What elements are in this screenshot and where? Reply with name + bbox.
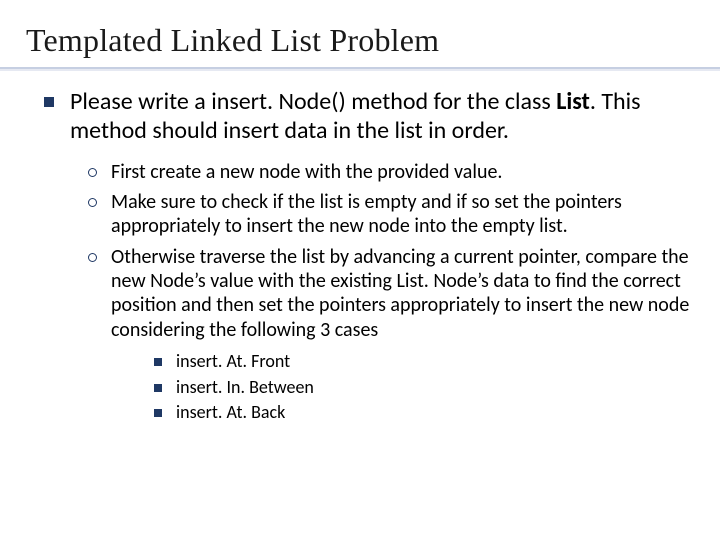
bullet-level3: insert. At. Back (154, 401, 696, 424)
bullet-level2: Make sure to check if the list is empty … (88, 190, 696, 239)
bullet-level1: Please write a insert. Node() method for… (44, 87, 696, 146)
sub-a: First create a new node with the provide… (111, 160, 696, 184)
level2-group: First create a new node with the provide… (44, 160, 696, 343)
square-bullet-icon (44, 97, 54, 107)
circle-bullet-icon (88, 168, 97, 177)
slide: Templated Linked List Problem Please wri… (0, 0, 720, 540)
level3-group: insert. At. Front insert. In. Between in… (44, 350, 696, 424)
square-bullet-icon (154, 358, 162, 366)
bullet-level3: insert. In. Between (154, 376, 696, 399)
circle-bullet-icon (88, 198, 97, 207)
square-bullet-icon (154, 409, 162, 417)
slide-title: Templated Linked List Problem (0, 0, 720, 65)
sub-c: Otherwise traverse the list by advancing… (111, 245, 696, 343)
bullet-level2: Otherwise traverse the list by advancing… (88, 245, 696, 343)
intro-bold: List (556, 87, 590, 116)
case-a: insert. At. Front (176, 350, 696, 373)
case-c: insert. At. Back (176, 401, 696, 424)
square-bullet-icon (154, 384, 162, 392)
bullet-level2: First create a new node with the provide… (88, 160, 696, 184)
bullet-level3: insert. At. Front (154, 350, 696, 373)
intro-pre: Please write a insert. Node() method for… (70, 87, 556, 116)
case-b: insert. In. Between (176, 376, 696, 399)
slide-body: Please write a insert. Node() method for… (0, 71, 720, 424)
circle-bullet-icon (88, 253, 97, 262)
sub-b: Make sure to check if the list is empty … (111, 190, 696, 239)
intro-text: Please write a insert. Node() method for… (70, 87, 696, 146)
